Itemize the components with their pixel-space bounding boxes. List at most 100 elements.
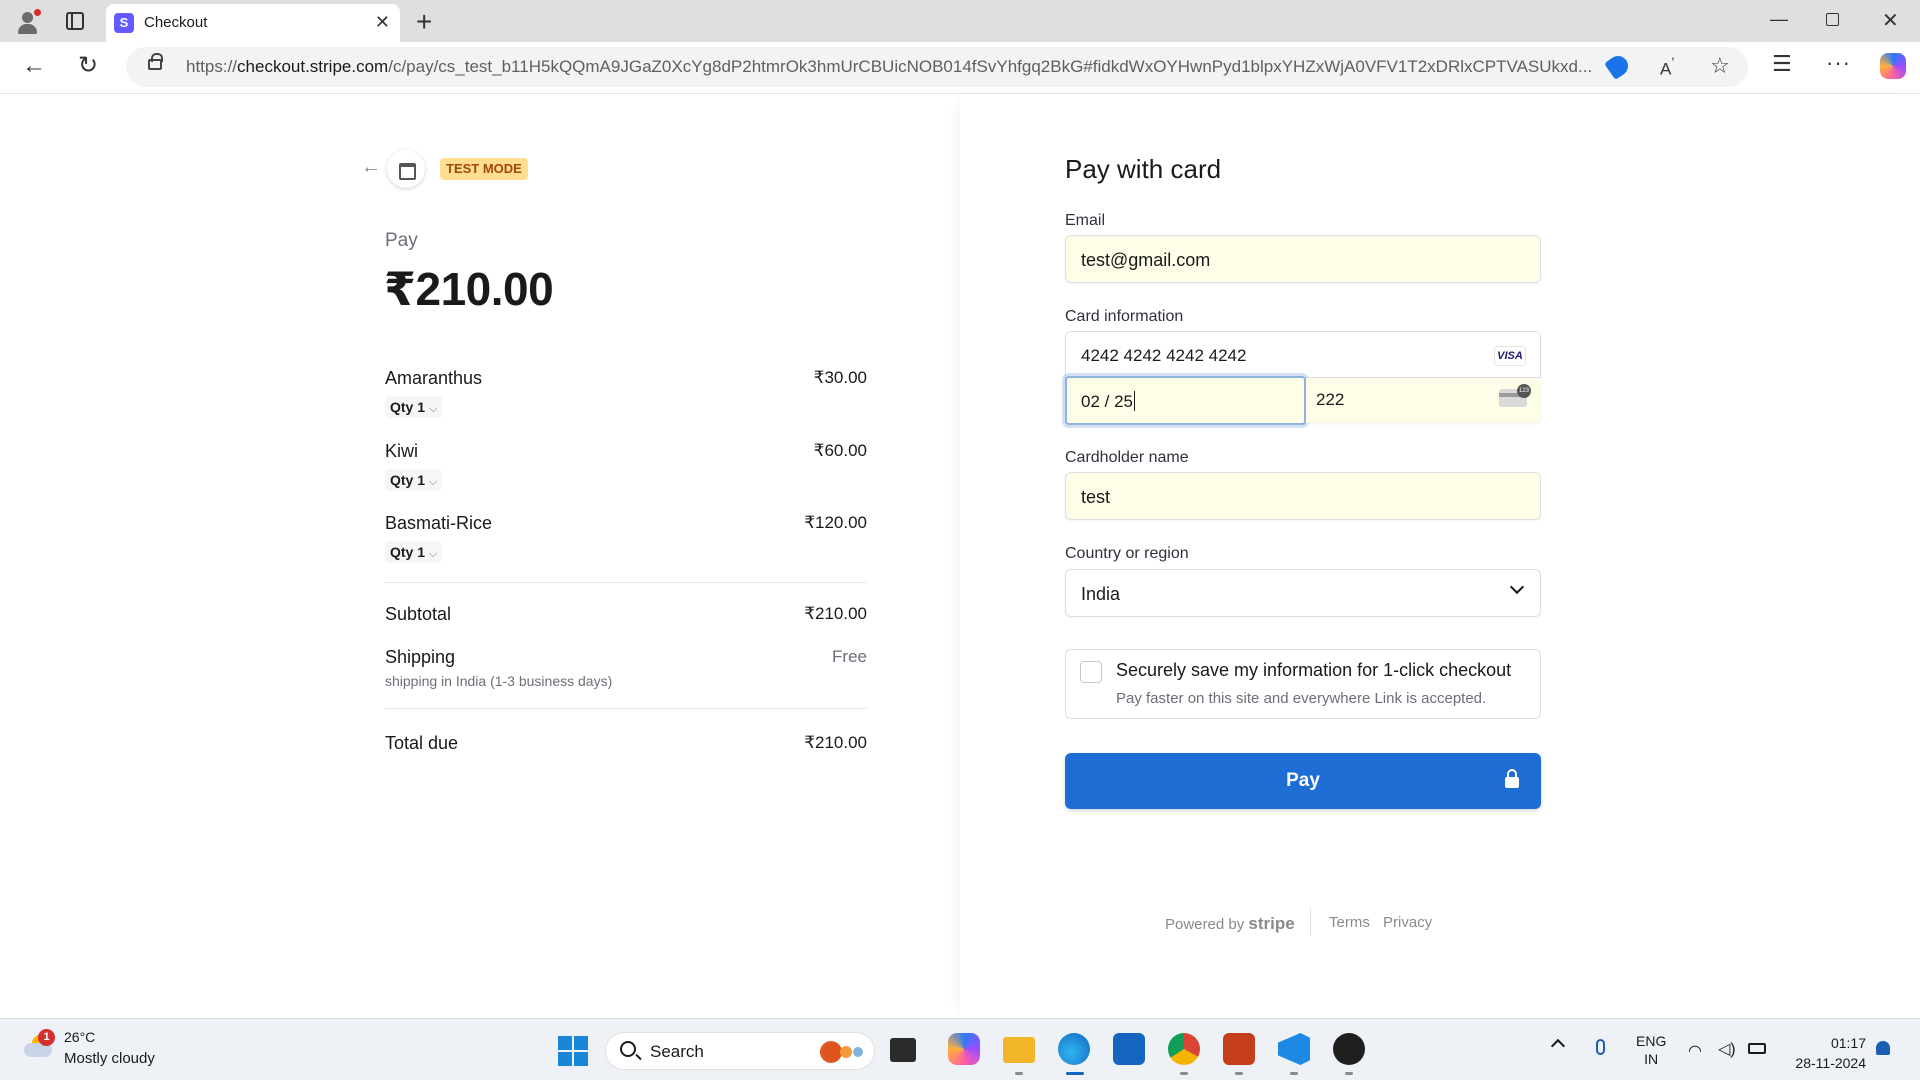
- qty-selector[interactable]: Qty 1 ⌵: [385, 396, 443, 418]
- cardholder-label: Cardholder name: [1065, 449, 1189, 466]
- wifi-icon[interactable]: ◠: [1688, 1041, 1702, 1061]
- card-number-field[interactable]: 4242 4242 4242 4242: [1081, 346, 1246, 366]
- app-indicator: [1345, 1072, 1353, 1075]
- card-info-group: 4242 4242 4242 4242 VISA 02 / 25 222: [1065, 331, 1541, 425]
- read-aloud-icon[interactable]: Aʼ: [1660, 56, 1675, 80]
- copilot-app-icon[interactable]: [948, 1033, 980, 1065]
- app-indicator-active: [1066, 1072, 1084, 1075]
- shipping-label: Shipping: [385, 647, 456, 667]
- search-highlight-icon: [820, 1041, 866, 1063]
- subtotal-label: Subtotal: [385, 604, 452, 624]
- more-options-icon[interactable]: ···: [1826, 50, 1851, 76]
- cvc-field[interactable]: 222: [1306, 378, 1541, 423]
- divider: [385, 708, 867, 709]
- country-select[interactable]: India: [1065, 569, 1541, 617]
- chevron-down-icon: [1509, 579, 1525, 595]
- github-desktop-icon[interactable]: [1333, 1033, 1365, 1065]
- clock[interactable]: 01:17 28-11-2024: [1786, 1033, 1866, 1073]
- copilot-icon[interactable]: [1880, 53, 1906, 79]
- back-arrow-icon[interactable]: ←: [361, 156, 381, 179]
- email-field[interactable]: test@gmail.com: [1065, 235, 1541, 283]
- pay-button[interactable]: Pay: [1065, 753, 1541, 809]
- pay-label: Pay: [385, 230, 418, 251]
- taskbar-search[interactable]: Search: [605, 1032, 875, 1070]
- subtotal-value: ₹210.00: [804, 604, 867, 623]
- shipping-description: shipping in India (1-3 business days): [385, 673, 613, 689]
- task-view-icon[interactable]: [890, 1038, 916, 1062]
- app-indicator: [1290, 1072, 1298, 1075]
- lock-icon[interactable]: [148, 53, 163, 70]
- pay-button-label: Pay: [1286, 770, 1320, 791]
- vscode-icon[interactable]: [1278, 1033, 1310, 1065]
- file-explorer-icon[interactable]: [1003, 1037, 1035, 1063]
- checkout-page: ← TEST MODE Pay ₹210.00 Amaranthus ₹30.0…: [5, 94, 1915, 1018]
- visa-icon: VISA: [1494, 346, 1526, 366]
- store-app-icon[interactable]: [1113, 1033, 1145, 1065]
- chevron-down-icon: ⌵: [429, 476, 438, 488]
- tab-checkout[interactable]: S Checkout ✕: [106, 4, 400, 42]
- item-name: Kiwi: [385, 441, 419, 461]
- powered-by[interactable]: Powered by stripe: [1165, 914, 1295, 934]
- weather-description[interactable]: Mostly cloudy: [64, 1050, 155, 1067]
- cvc-card-icon: [1499, 384, 1531, 407]
- expiry-field[interactable]: 02 / 25: [1065, 376, 1306, 425]
- windows-start-icon[interactable]: [558, 1036, 588, 1066]
- line-item: Basmati-Rice ₹120.00 Qty 1 ⌵: [385, 513, 867, 573]
- weather-badge: 1: [38, 1029, 55, 1046]
- privacy-link[interactable]: Privacy: [1383, 914, 1432, 931]
- app-indicator: [1015, 1072, 1023, 1075]
- maximize-icon[interactable]: [1826, 13, 1839, 26]
- email-value: test@gmail.com: [1081, 250, 1211, 270]
- save-info-checkbox[interactable]: [1080, 661, 1102, 683]
- search-label: Search: [650, 1042, 704, 1061]
- chevron-down-icon: ⌵: [429, 548, 438, 560]
- line-item: Kiwi ₹60.00 Qty 1 ⌵: [385, 441, 867, 501]
- item-price: ₹60.00: [813, 441, 867, 460]
- item-name: Amaranthus: [385, 368, 483, 388]
- microphone-icon[interactable]: [1596, 1039, 1605, 1055]
- stripe-logo: stripe: [1248, 914, 1295, 933]
- weather-temperature[interactable]: 26°C: [64, 1029, 95, 1045]
- qty-selector[interactable]: Qty 1 ⌵: [385, 469, 443, 491]
- url-text[interactable]: https://checkout.stripe.com/c/pay/cs_tes…: [186, 57, 1596, 77]
- cardholder-name-field[interactable]: test: [1065, 472, 1541, 520]
- qty-selector[interactable]: Qty 1 ⌵: [385, 541, 443, 563]
- card-info-label: Card information: [1065, 308, 1184, 325]
- show-hidden-icons-icon[interactable]: [1550, 1038, 1566, 1054]
- save-info-box[interactable]: Securely save my information for 1-click…: [1065, 649, 1541, 719]
- divider: [1310, 908, 1311, 936]
- edge-icon[interactable]: [1058, 1033, 1090, 1065]
- back-icon[interactable]: ←: [22, 52, 46, 80]
- expiry-value: 02 / 25: [1081, 392, 1133, 411]
- cvc-value: 222: [1316, 390, 1345, 409]
- browser-toolbar: ← ↻ https://checkout.stripe.com/c/pay/cs…: [0, 42, 1920, 94]
- app-indicator: [1235, 1072, 1243, 1075]
- save-info-subtitle: Pay faster on this site and everywhere L…: [1116, 690, 1487, 707]
- divider: [385, 582, 867, 583]
- favorite-star-icon[interactable]: ☆: [1710, 53, 1730, 79]
- item-price: ₹30.00: [813, 368, 867, 387]
- address-bar[interactable]: https://checkout.stripe.com/c/pay/cs_tes…: [126, 47, 1748, 87]
- stripe-favicon-icon: S: [114, 13, 134, 33]
- tab-actions-icon[interactable]: [66, 12, 84, 30]
- new-tab-icon[interactable]: +: [416, 6, 432, 38]
- notification-bell-icon[interactable]: [1876, 1041, 1890, 1055]
- favorites-icon[interactable]: ☰: [1772, 51, 1792, 77]
- terms-link[interactable]: Terms: [1329, 914, 1370, 931]
- volume-icon[interactable]: ◁): [1718, 1039, 1736, 1059]
- profile-icon[interactable]: [14, 9, 41, 35]
- reload-icon[interactable]: ↻: [78, 51, 98, 80]
- minimize-icon[interactable]: —: [1770, 9, 1788, 30]
- item-name: Basmati-Rice: [385, 513, 493, 533]
- tab-close-icon[interactable]: ✕: [375, 12, 390, 33]
- shopping-tag-icon[interactable]: [1604, 52, 1632, 80]
- chrome-icon[interactable]: [1168, 1033, 1200, 1065]
- language-indicator[interactable]: ENG IN: [1636, 1032, 1666, 1068]
- email-label: Email: [1065, 212, 1106, 229]
- window-close-icon[interactable]: ✕: [1882, 8, 1899, 33]
- browser-titlebar: S Checkout ✕ + — ✕: [0, 0, 1920, 42]
- battery-icon[interactable]: [1748, 1043, 1766, 1054]
- windows-taskbar: 1 26°C Mostly cloudy Search ENG IN ◠ ◁) 0…: [0, 1018, 1920, 1080]
- store-icon: [387, 150, 425, 188]
- powerpoint-icon[interactable]: [1223, 1033, 1255, 1065]
